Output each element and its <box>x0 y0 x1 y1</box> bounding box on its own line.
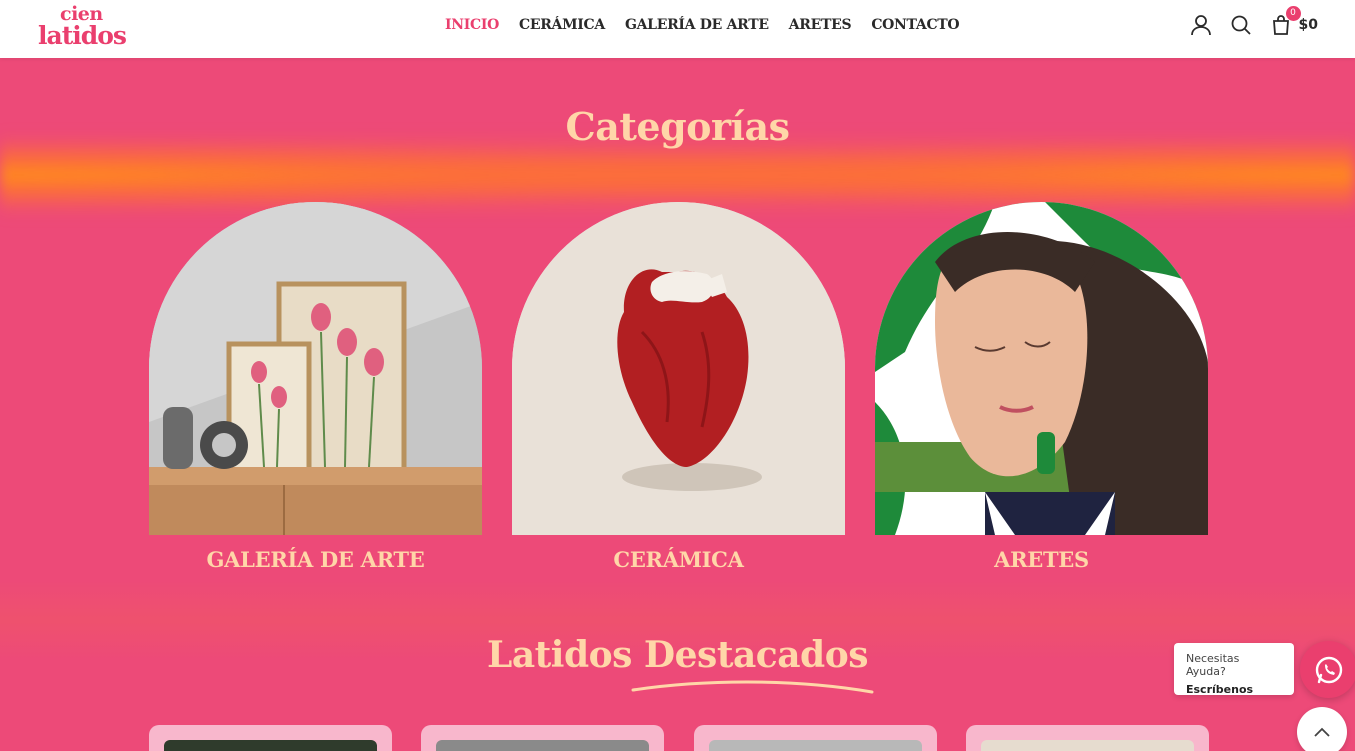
cart-count-badge: 0 <box>1285 6 1301 21</box>
category-image-galeria[interactable] <box>149 202 482 535</box>
earrings-model-illustration <box>875 202 1208 535</box>
nav-item-galeria-de-arte[interactable]: GALERÍA DE ARTE <box>625 17 769 33</box>
user-icon[interactable] <box>1190 14 1211 36</box>
whatsapp-help-bubble[interactable]: Necesitas Ayuda? Escríbenos <box>1174 643 1294 696</box>
nav-item-contacto[interactable]: CONTACTO <box>871 17 959 33</box>
help-question: Necesitas Ayuda? <box>1186 652 1240 678</box>
category-card-ceramica[interactable]: CERÁMICA <box>512 202 845 572</box>
site-header: cien latidos INICIO CERÁMICA GALERÍA DE … <box>0 0 1355 58</box>
product-card[interactable] <box>694 725 937 751</box>
category-label-ceramica[interactable]: CERÁMICA <box>512 547 845 572</box>
title-underline-decoration <box>631 680 874 694</box>
chevron-up-icon <box>1314 727 1330 737</box>
product-image[interactable] <box>981 740 1194 751</box>
nav-item-ceramica[interactable]: CERÁMICA <box>519 17 605 33</box>
site-logo[interactable]: cien latidos <box>38 3 128 55</box>
scroll-to-top-button[interactable] <box>1297 707 1347 751</box>
help-cta: Escríbenos <box>1186 683 1254 696</box>
featured-title: Latidos Destacados <box>487 634 868 676</box>
category-label-aretes[interactable]: ARETES <box>875 547 1208 572</box>
whatsapp-button[interactable] <box>1300 641 1355 698</box>
categories-title: Categorías <box>565 104 790 149</box>
shopping-bag-icon[interactable]: 0 <box>1271 6 1301 36</box>
nav-item-inicio[interactable]: INICIO <box>445 17 499 33</box>
ceramic-heart-illustration <box>512 202 845 535</box>
product-card[interactable] <box>421 725 664 751</box>
logo-line-2: latidos <box>38 21 127 50</box>
category-card-galeria[interactable]: GALERÍA DE ARTE <box>149 202 482 572</box>
category-image-aretes[interactable] <box>875 202 1208 535</box>
nav-item-aretes[interactable]: ARETES <box>789 17 852 33</box>
product-card[interactable] <box>149 725 392 751</box>
product-image[interactable] <box>164 740 377 751</box>
cart-total[interactable]: $0 <box>1299 17 1318 33</box>
product-card[interactable] <box>966 725 1209 751</box>
category-card-aretes[interactable]: ARETES <box>875 202 1208 572</box>
header-actions: 0 $0 <box>1190 6 1318 36</box>
whatsapp-icon <box>1315 656 1342 683</box>
framed-prints-illustration <box>149 202 482 535</box>
search-icon[interactable] <box>1231 14 1251 36</box>
product-image[interactable] <box>709 740 922 751</box>
category-label-galeria[interactable]: GALERÍA DE ARTE <box>149 547 482 572</box>
main-nav: INICIO CERÁMICA GALERÍA DE ARTE ARETES C… <box>445 17 960 33</box>
category-image-ceramica[interactable] <box>512 202 845 535</box>
product-image[interactable] <box>436 740 649 751</box>
